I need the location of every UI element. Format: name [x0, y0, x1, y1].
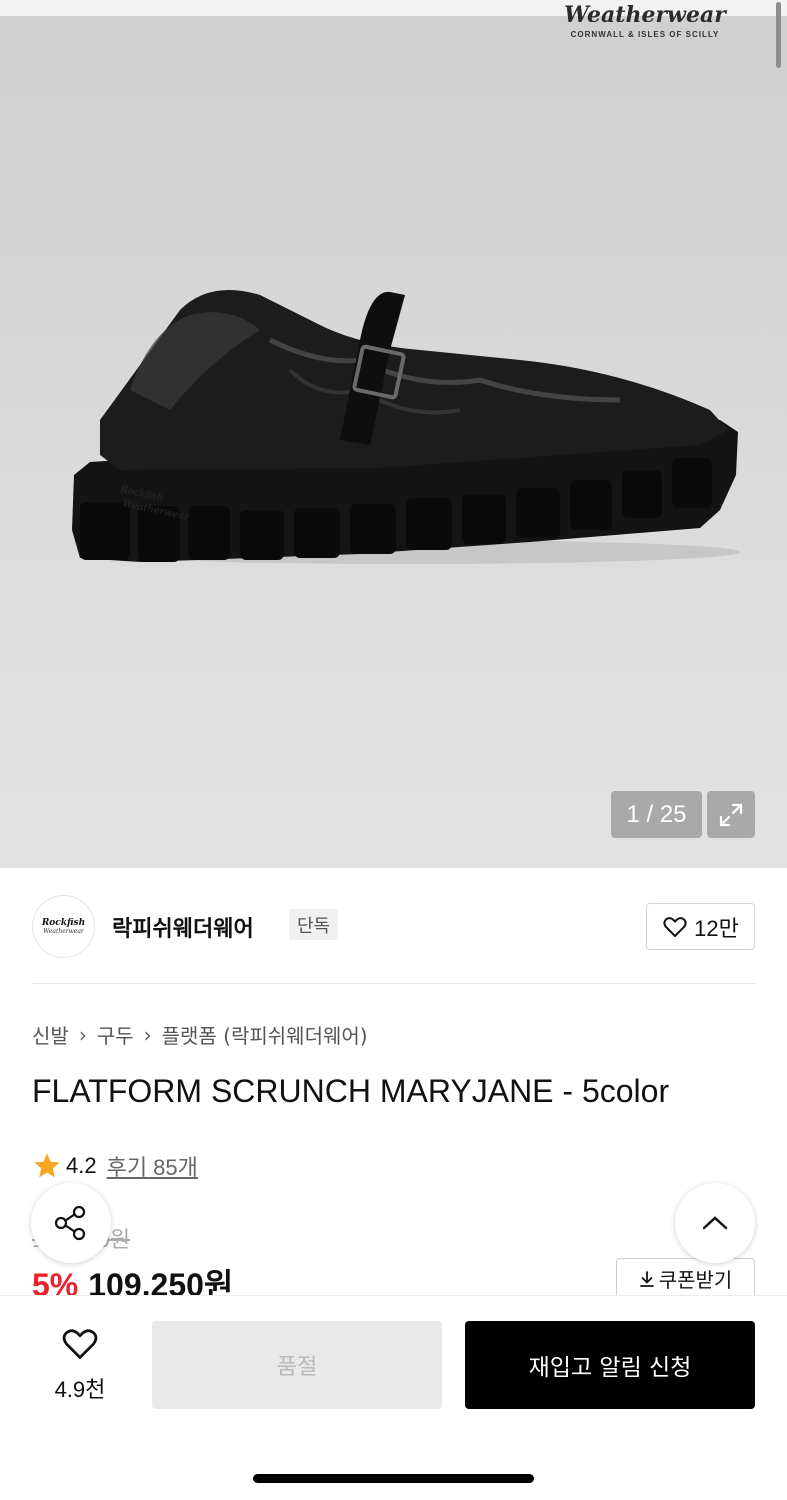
- soldout-button[interactable]: 품절: [152, 1321, 442, 1409]
- heart-icon: [62, 1329, 98, 1360]
- star-icon: [34, 1153, 60, 1178]
- divider: [32, 983, 755, 984]
- heart-icon: [663, 916, 687, 937]
- watermark-script: Weatherwear: [564, 4, 726, 22]
- share-button[interactable]: [31, 1183, 111, 1263]
- brand-name[interactable]: 락피쉬웨더웨어: [112, 911, 254, 943]
- brand-row: Rockfish Weatherwear 락피쉬웨더웨어 단독 12만: [32, 895, 755, 959]
- brand-logo-line1: Rockfish: [41, 917, 86, 928]
- product-title: FLATFORM SCRUNCH MARYJANE - 5color: [32, 1073, 670, 1109]
- breadcrumb-item-shoes[interactable]: 신발: [32, 1020, 69, 1049]
- rating-row: 4.2 후기 85개: [32, 1150, 198, 1182]
- reviews-link[interactable]: 후기 85개: [107, 1150, 198, 1182]
- bottom-action-bar: 4.9천 품절 재입고 알림 신청: [0, 1295, 787, 1500]
- brand-watermark: Weatherwear CORNWALL & ISLES OF SCILLY: [560, 4, 730, 39]
- rating-score: 4.2: [66, 1153, 97, 1178]
- download-icon: [639, 1270, 654, 1287]
- chevron-right-icon: ›: [78, 1022, 87, 1047]
- share-icon: [54, 1205, 86, 1241]
- brand-logo-line2: Weatherwear: [43, 927, 84, 935]
- scroll-top-button[interactable]: [675, 1183, 755, 1263]
- coupon-button[interactable]: 쿠폰받기: [616, 1258, 755, 1298]
- expand-icon: [719, 803, 743, 826]
- watermark-subtitle: CORNWALL & ISLES OF SCILLY: [570, 30, 720, 39]
- brand-like-button[interactable]: 12만: [646, 903, 755, 950]
- breadcrumb: 신발 › 구두 › 플랫폼 (락피쉬웨더웨어): [32, 1020, 368, 1049]
- product-photo: Rockfish Weatherwear: [72, 290, 740, 564]
- chevron-up-icon: [702, 1216, 728, 1230]
- brand-like-count: 12만: [694, 915, 739, 941]
- scrollbar[interactable]: [776, 2, 781, 68]
- chevron-right-icon: ›: [143, 1022, 152, 1047]
- coupon-label: 쿠폰받기: [658, 1268, 733, 1292]
- exclusive-badge: 단독: [289, 909, 339, 940]
- wishlist-count: 4.9천: [54, 1377, 106, 1402]
- breadcrumb-item-platform[interactable]: 플랫폼 (락피쉬웨더웨어): [162, 1020, 368, 1049]
- brand-logo[interactable]: Rockfish Weatherwear: [32, 895, 95, 958]
- image-counter: 1 / 25: [611, 791, 702, 838]
- expand-button[interactable]: [707, 791, 755, 838]
- restock-alert-button[interactable]: 재입고 알림 신청: [465, 1321, 755, 1409]
- breadcrumb-item-dress-shoes[interactable]: 구두: [97, 1020, 134, 1049]
- home-indicator: [253, 1474, 534, 1483]
- wishlist-button[interactable]: 4.9천: [40, 1326, 120, 1404]
- product-image-gallery[interactable]: Weatherwear CORNWALL & ISLES OF SCILLY R…: [0, 0, 787, 868]
